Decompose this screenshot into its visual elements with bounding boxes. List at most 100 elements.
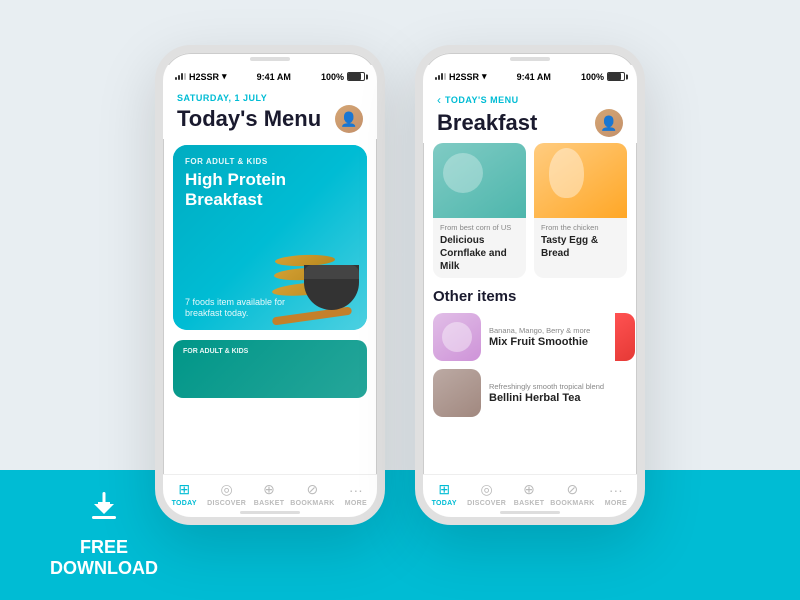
phone2-status-left: H2SSR ▾ [435,71,487,82]
phone2-speaker [423,53,637,65]
food-card-source-2: From the chicken [541,223,620,232]
back-navigation[interactable]: ‹ TODAY'S MENU [437,93,623,107]
hero-tag: FOR ADULT & KIDS [185,157,295,166]
phone2-status-bar: H2SSR ▾ 9:41 AM 100% [423,65,637,85]
smoothie-name: Mix Fruit Smoothie [489,336,607,348]
tea-bg [433,369,481,417]
phone1-date: SATURDAY, 1 JULY [177,93,363,103]
today-label-2: TODAY [432,500,457,507]
mini-card-bg: FOR ADULT & KIDS [173,340,367,398]
phone2-time: 9:41 AM [517,72,551,82]
wifi-icon-2: ▾ [482,71,487,82]
other-item-tea[interactable]: Refreshingly smooth tropical blend Belli… [433,369,627,417]
phone2-header-row: Breakfast 👤 [437,109,623,137]
other-items-title: Other items [433,288,627,305]
signal-bars-2 [435,73,446,80]
avatar-face: 👤 [335,105,363,133]
nav2-more[interactable]: ··· MORE [595,482,637,507]
phone1-status-left: H2SSR ▾ [175,71,227,82]
nav2-discover[interactable]: ◎ DISCOVER [465,481,507,507]
sb1 [435,77,437,80]
discover-icon-2: ◎ [481,481,493,498]
more-label: MORE [345,500,367,507]
phone2-battery: 100% [581,72,625,82]
smoothie-img [433,313,481,361]
wifi-icon: ▾ [222,71,227,82]
tea-img [433,369,481,417]
phone-1: H2SSR ▾ 9:41 AM 100% SATURDAY, 1 JULY To… [155,45,385,525]
nav2-today[interactable]: ⊞ TODAY [423,481,465,507]
breakfast-content: From best corn of US Delicious Cornflake… [423,143,637,474]
signal-bars [175,73,186,80]
discover-icon: ◎ [221,481,233,498]
mini-card[interactable]: FOR ADULT & KIDS [173,340,367,398]
nav-today[interactable]: ⊞ TODAY [163,481,205,507]
carrier-label: H2SSR [189,72,219,82]
sb2 [438,75,440,80]
phone2-home-area [423,511,637,517]
smoothie-circle [442,322,472,352]
speaker-hole-2 [510,57,550,61]
basket-icon-2: ⊕ [523,481,535,498]
food-card-img-1 [433,143,526,218]
phone2-avatar[interactable]: 👤 [595,109,623,137]
today-label: TODAY [172,500,197,507]
bowl [304,265,359,310]
phone2-page-title: Breakfast [437,110,537,136]
tea-info: Refreshingly smooth tropical blend Belli… [489,382,627,404]
egg-decoration [549,148,584,198]
basket-icon: ⊕ [263,481,275,498]
other-item-smoothie[interactable]: Banana, Mango, Berry & more Mix Fruit Sm… [433,313,627,361]
food-card-name-1: Delicious Cornflake and Milk [440,234,519,273]
sb4 [444,73,446,80]
smoothie-source: Banana, Mango, Berry & more [489,326,607,335]
more-label-2: MORE [605,500,627,507]
phones-container: H2SSR ▾ 9:41 AM 100% SATURDAY, 1 JULY To… [155,45,645,525]
phone1-avatar[interactable]: 👤 [335,105,363,133]
battery-icon [347,72,365,81]
hero-card[interactable]: FOR ADULT & KIDS High Protein Breakfast … [173,145,367,330]
more-icon-2: ··· [609,482,623,498]
sb3 [441,73,443,80]
today-icon-2: ⊞ [438,481,450,498]
food-card-info-1: From best corn of US Delicious Cornflake… [433,218,526,278]
signal-bar-1 [175,77,177,80]
phone1-home-area [163,511,377,517]
back-arrow-icon: ‹ [437,93,441,107]
battery-percent: 100% [321,72,344,82]
phone1-speaker [163,53,377,65]
food-card-2[interactable]: From the chicken Tasty Egg & Bread [534,143,627,278]
phone1-header-row: Today's Menu 👤 [177,105,363,133]
bookmark-icon: ⊘ [307,481,319,498]
nav2-basket[interactable]: ⊕ BASKET [508,481,550,507]
free-download-label: FREE DOWNLOAD [50,537,158,580]
nav-discover[interactable]: ◎ DISCOVER [205,481,247,507]
food-cards-row: From best corn of US Delicious Cornflake… [433,143,627,278]
hero-text-overlay: FOR ADULT & KIDS High Protein Breakfast [173,145,307,223]
download-icon [50,488,158,531]
signal-bar-4 [184,73,186,80]
signal-bar-3 [181,73,183,80]
food-card-img-2 [534,143,627,218]
hero-subtitle: 7 foods item available for breakfast tod… [185,297,305,320]
food-card-info-2: From the chicken Tasty Egg & Bread [534,218,627,265]
free-download-area[interactable]: FREE DOWNLOAD [50,488,158,580]
nav-more[interactable]: ··· MORE [335,482,377,507]
back-label: TODAY'S MENU [445,95,519,105]
food-card-1[interactable]: From best corn of US Delicious Cornflake… [433,143,526,278]
hero-title: High Protein Breakfast [185,170,295,211]
nav2-bookmark[interactable]: ⊘ BOOKMARK [550,481,594,507]
food-card-name-2: Tasty Egg & Bread [541,234,620,260]
carrier-label-2: H2SSR [449,72,479,82]
phone1-content: FOR ADULT & KIDS High Protein Breakfast … [163,139,377,474]
discover-label-2: DISCOVER [467,500,506,507]
food-card-source-1: From best corn of US [440,223,519,232]
bowl-top [304,265,359,279]
phone1-battery: 100% [321,72,365,82]
nav-bookmark[interactable]: ⊘ BOOKMARK [290,481,334,507]
smoothie-arrow [615,313,635,361]
battery-percent-2: 100% [581,72,604,82]
corn-decoration [443,153,483,193]
battery-icon-2 [607,72,625,81]
nav-basket[interactable]: ⊕ BASKET [248,481,290,507]
